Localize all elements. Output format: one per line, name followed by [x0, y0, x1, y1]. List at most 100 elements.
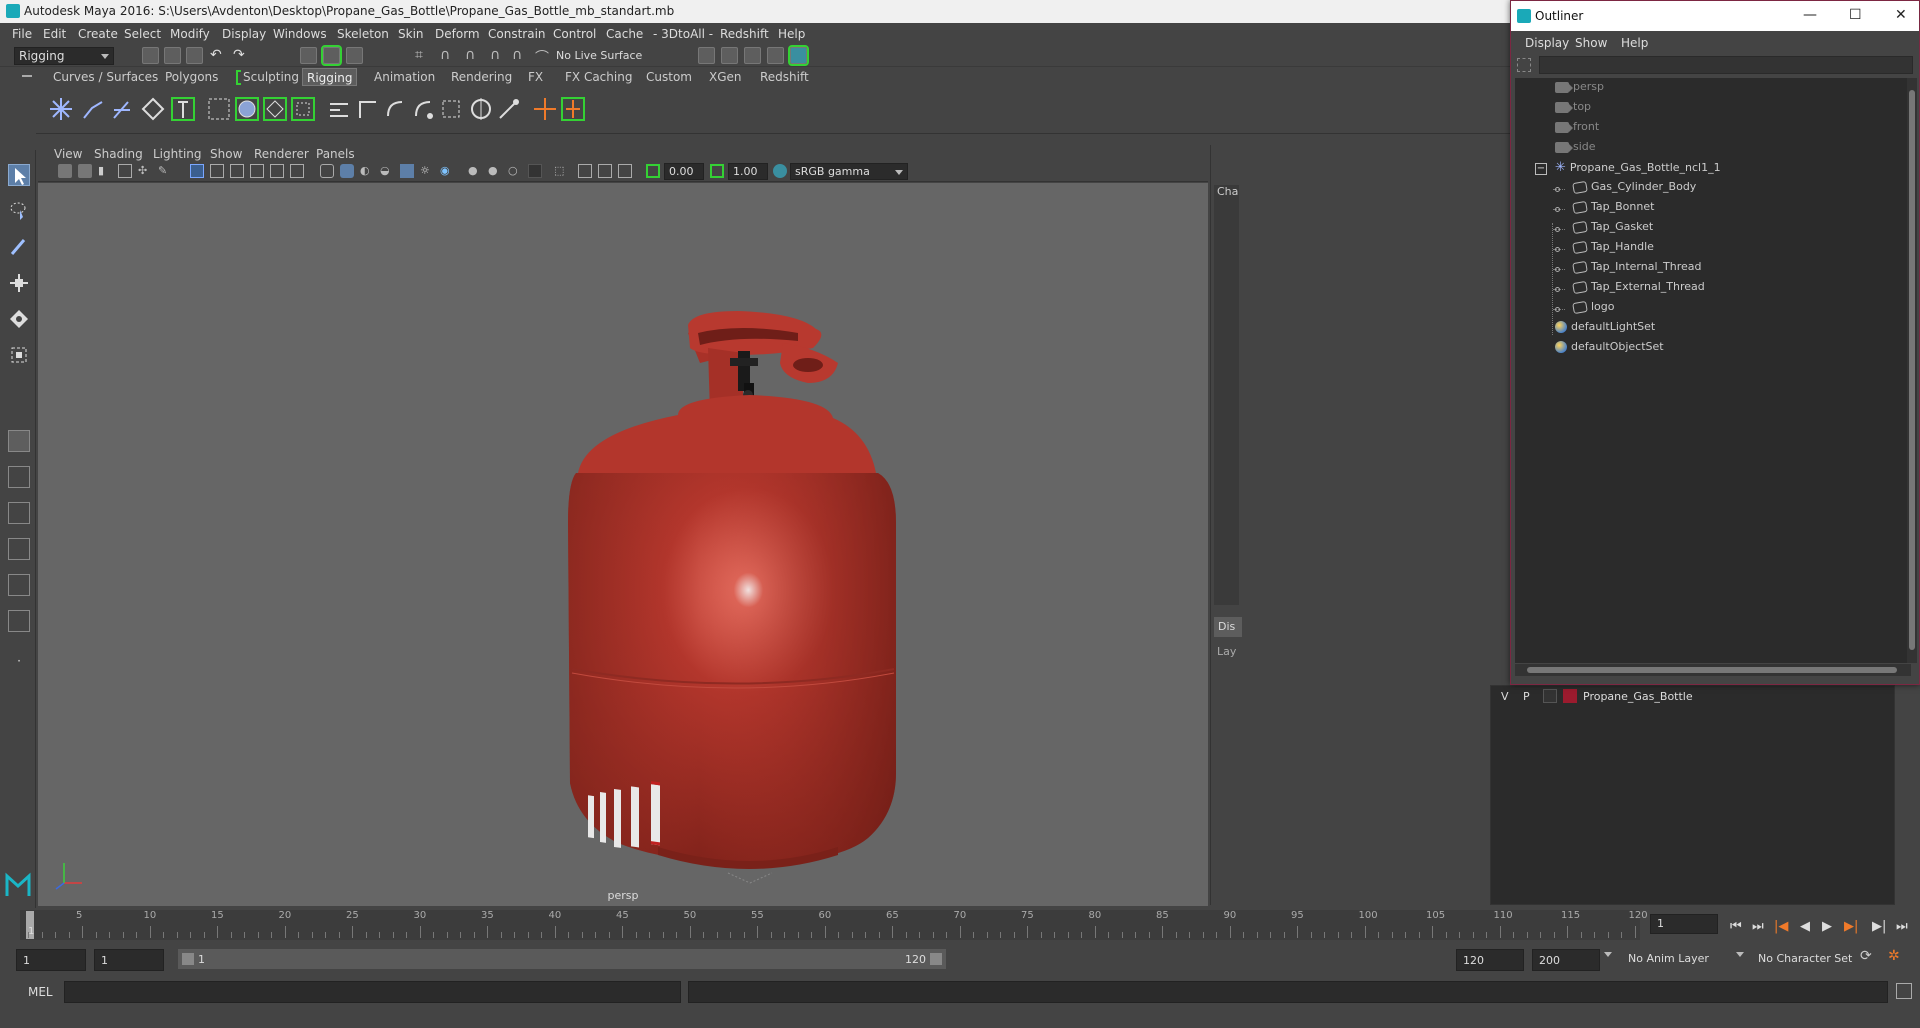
colorspace-dropdown[interactable]: sRGB gamma [790, 163, 908, 180]
render-view-icon[interactable] [698, 47, 715, 64]
four-pane-layout-icon[interactable] [8, 466, 30, 488]
character-set-dropdown[interactable]: No Character Set [1758, 952, 1852, 965]
layer-color-swatch[interactable] [1563, 689, 1577, 703]
select-object-icon[interactable] [321, 45, 342, 66]
menu-help[interactable]: Help [778, 27, 805, 41]
lasso-tool-icon[interactable] [8, 200, 30, 222]
resolution-gate-icon[interactable] [230, 164, 244, 178]
tab-rendering[interactable]: Rendering [451, 70, 512, 84]
time-slider-track[interactable]: 1 5 10 15 20 25 30 35 40 45 50 55 60 65 70 75 80 85 90 95 1… [20, 910, 1648, 940]
shelf-menu-icon[interactable] [22, 75, 32, 77]
shadows-icon[interactable]: ◉ [440, 164, 454, 178]
gamma-icon[interactable] [710, 164, 724, 178]
depth-of-field-icon[interactable] [528, 164, 542, 178]
pole-vector-icon[interactable] [468, 96, 494, 122]
bookmark-icon[interactable]: ▮ [98, 164, 112, 178]
joint-tool-icon[interactable] [48, 96, 74, 122]
exposure-field[interactable]: 0.00 [664, 163, 704, 180]
screen-space-ao-icon[interactable]: ● [468, 164, 482, 178]
scale-constraint-icon[interactable] [438, 96, 464, 122]
minimize-button[interactable]: — [1803, 7, 1817, 23]
render-settings-icon[interactable] [767, 47, 784, 64]
range-bar[interactable]: 1 120 [178, 949, 946, 969]
ipr-render-icon[interactable] [744, 47, 761, 64]
snap-view-icon[interactable]: ∩ [490, 47, 507, 64]
list-item[interactable]: logo [1572, 300, 1615, 318]
wrap-deformer-icon[interactable] [262, 96, 288, 122]
list-item[interactable]: persp [1555, 80, 1604, 98]
panel-menu-panels[interactable]: Panels [316, 147, 355, 161]
list-item[interactable]: Tap_External_Thread [1572, 280, 1705, 298]
tab-custom[interactable]: Custom [646, 70, 692, 84]
playback-start-field[interactable]: 1 [94, 949, 164, 971]
step-forward-icon[interactable]: ▶| [1872, 919, 1886, 934]
twod-pan-icon[interactable]: ✣ [138, 164, 152, 178]
menu-skin[interactable]: Skin [398, 27, 424, 41]
panel-menu-show[interactable]: Show [210, 147, 242, 161]
tab-fx-caching[interactable]: FX Caching [565, 70, 632, 84]
render-frame-icon[interactable] [721, 47, 738, 64]
outliner-menu-show[interactable]: Show [1575, 36, 1607, 50]
use-all-lights-icon[interactable]: ☼ [420, 164, 434, 178]
menu-file[interactable]: File [12, 27, 32, 41]
list-item[interactable]: side [1555, 140, 1596, 158]
outliner-menu-help[interactable]: Help [1621, 36, 1648, 50]
auto-key-icon[interactable]: ⟳ [1860, 948, 1872, 964]
tab-animation[interactable]: Animation [374, 70, 435, 84]
select-hierarchy-icon[interactable] [300, 47, 317, 64]
snap-grid-icon[interactable]: ⌗ [415, 47, 432, 64]
orient-constraint-icon[interactable] [382, 96, 408, 122]
wireframe-on-shaded-icon[interactable]: ◒ [380, 164, 394, 178]
live-surface-label[interactable]: No Live Surface [556, 49, 642, 62]
outliner-menu-display[interactable]: Display [1525, 36, 1569, 50]
blend-shape-icon[interactable] [290, 96, 316, 122]
step-back-icon[interactable]: ⏭ [1752, 919, 1764, 934]
layer-row[interactable]: V P Propane_Gas_Bottle [1491, 687, 1896, 705]
anim-layer-dropdown[interactable]: No Anim Layer [1628, 952, 1709, 965]
persp-graph-layout-icon[interactable] [8, 574, 30, 596]
panel-menu-shading[interactable]: Shading [94, 147, 143, 161]
persp-outliner-layout-icon[interactable] [8, 538, 30, 560]
time-slider[interactable]: 1 5 10 15 20 25 30 35 40 45 50 55 60 65 70 75 80 85 90 95 1… [0, 908, 1920, 942]
set-driven-key-icon[interactable] [560, 96, 586, 122]
filter-icon[interactable] [1517, 58, 1531, 72]
ik-spline-icon[interactable] [110, 96, 136, 122]
single-pane-layout-icon[interactable] [8, 430, 30, 452]
list-item[interactable]: front [1555, 120, 1599, 138]
more-layouts-icon[interactable]: · [8, 654, 30, 676]
exposure-icon[interactable] [646, 164, 660, 178]
camera-attributes-icon[interactable] [78, 164, 92, 178]
chevron-down-icon[interactable] [1736, 952, 1744, 957]
list-item[interactable]: defaultLightSet [1555, 320, 1655, 338]
xray-icon[interactable] [578, 164, 592, 178]
menu-skeleton[interactable]: Skeleton [337, 27, 389, 41]
menu-modify[interactable]: Modify [170, 27, 210, 41]
multisample-aa-icon[interactable]: ○ [508, 164, 522, 178]
menu-set-dropdown[interactable]: Rigging [14, 47, 114, 65]
field-chart-icon[interactable] [270, 164, 284, 178]
snap-point-icon[interactable]: ∩ [465, 47, 482, 64]
animation-start-field[interactable]: 1 [16, 949, 86, 971]
snap-magnet-icon[interactable]: ⌒ [535, 47, 552, 66]
maximize-button[interactable]: ☐ [1849, 7, 1862, 23]
select-component-icon[interactable] [346, 47, 363, 64]
collapse-icon[interactable]: − [1535, 163, 1547, 175]
panel-menu-renderer[interactable]: Renderer [254, 147, 309, 161]
list-item[interactable]: Tap_Bonnet [1572, 200, 1654, 218]
tab-xgen[interactable]: XGen [709, 70, 742, 84]
geometry-constraint-icon[interactable] [496, 96, 522, 122]
gamma-field[interactable]: 1.00 [728, 163, 768, 180]
locator-icon[interactable] [532, 96, 558, 122]
image-plane-icon[interactable] [118, 164, 132, 178]
layers-tab[interactable]: Lay [1217, 645, 1236, 658]
animation-end-field[interactable]: 200 [1532, 949, 1600, 971]
panel-menu-view[interactable]: View [54, 147, 82, 161]
snap-surface-icon[interactable]: ∩ [512, 47, 529, 64]
safe-action-icon[interactable] [290, 164, 304, 178]
layer-name[interactable]: Propane_Gas_Bottle [1583, 690, 1693, 703]
cluster-icon[interactable] [234, 96, 260, 122]
current-frame-field[interactable]: 1 [1650, 914, 1718, 934]
xray-joints-icon[interactable] [618, 164, 632, 178]
chevron-down-icon[interactable] [1604, 952, 1612, 957]
menu-select[interactable]: Select [124, 27, 161, 41]
